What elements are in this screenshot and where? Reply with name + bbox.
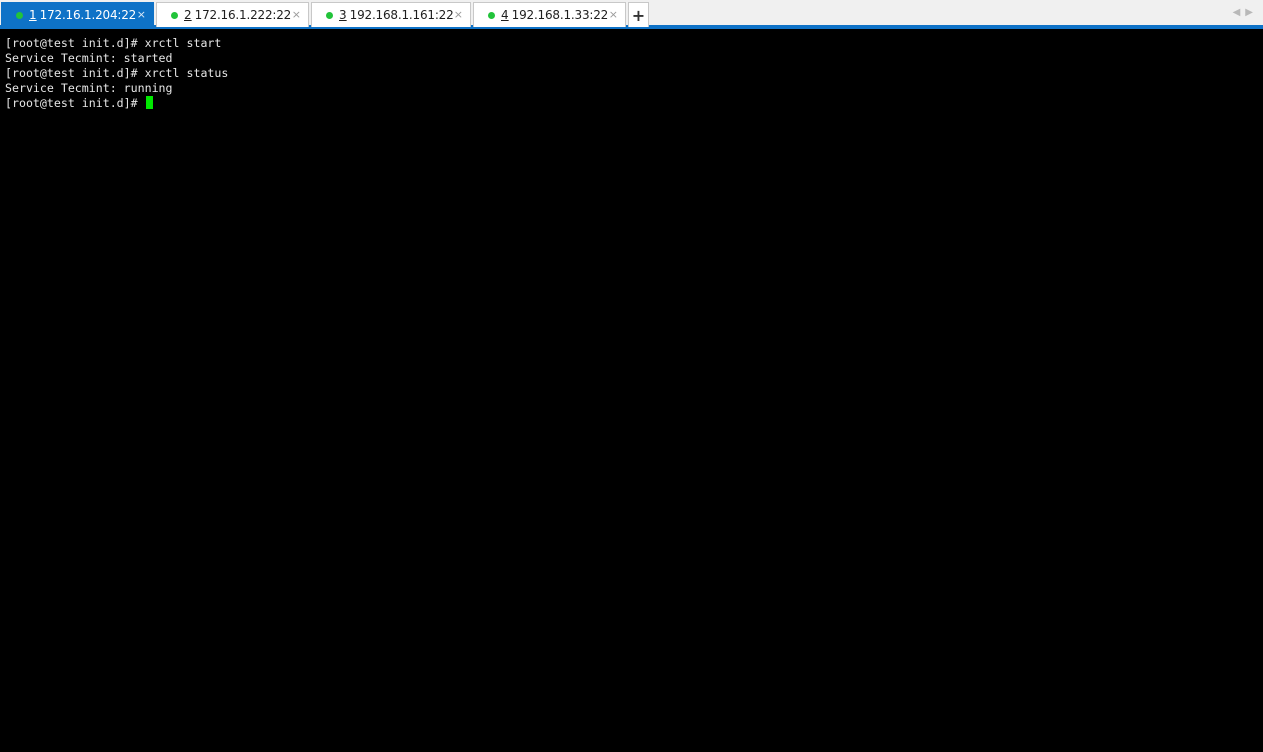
connected-status-icon	[171, 11, 178, 19]
close-icon[interactable]: ×	[454, 8, 463, 21]
terminal-line: Service Tecmint: running	[5, 81, 173, 95]
tab-number: 3	[339, 8, 347, 22]
close-icon[interactable]: ×	[292, 8, 301, 21]
session-tab-4[interactable]: 4 192.168.1.33:22 ×	[473, 2, 626, 27]
terminal-prompt: [root@test init.d]#	[5, 96, 145, 110]
chevron-right-icon[interactable]: ▶	[1245, 7, 1253, 18]
tab-list: 1 172.16.1.204:22 × 2 172.16.1.222:22 × …	[1, 2, 649, 27]
tab-label: 192.168.1.161:22	[349, 8, 454, 22]
tab-label: 172.16.1.222:22	[194, 8, 292, 22]
terminal-output[interactable]: [root@test init.d]# xrctl start Service …	[0, 29, 1263, 752]
session-tab-2[interactable]: 2 172.16.1.222:22 ×	[156, 2, 309, 27]
tab-number: 2	[184, 8, 192, 22]
close-icon[interactable]: ×	[137, 8, 146, 21]
close-icon[interactable]: ×	[609, 8, 618, 21]
new-tab-button[interactable]: +	[628, 2, 649, 27]
terminal-line: Service Tecmint: started	[5, 51, 173, 65]
connected-status-icon	[16, 11, 23, 19]
terminal-line: [root@test init.d]# xrctl start	[5, 36, 222, 50]
chevron-left-icon[interactable]: ◀	[1233, 7, 1241, 18]
session-tab-bar: 1 172.16.1.204:22 × 2 172.16.1.222:22 × …	[0, 0, 1263, 29]
connected-status-icon	[326, 11, 333, 19]
tab-number: 1	[29, 8, 37, 22]
connected-status-icon	[488, 11, 495, 19]
tab-label: 172.16.1.204:22	[39, 8, 137, 22]
terminal-line: [root@test init.d]# xrctl status	[5, 66, 229, 80]
terminal-prompt-line: [root@test init.d]#	[5, 96, 1263, 111]
tab-label: 192.168.1.33:22	[511, 8, 609, 22]
session-tab-3[interactable]: 3 192.168.1.161:22 ×	[311, 2, 471, 27]
tab-number: 4	[501, 8, 509, 22]
text-cursor	[145, 96, 153, 109]
session-tab-1[interactable]: 1 172.16.1.204:22 ×	[1, 2, 154, 27]
plus-icon: +	[631, 5, 646, 25]
tab-scroll-arrows: ◀ ▶	[1233, 7, 1253, 18]
